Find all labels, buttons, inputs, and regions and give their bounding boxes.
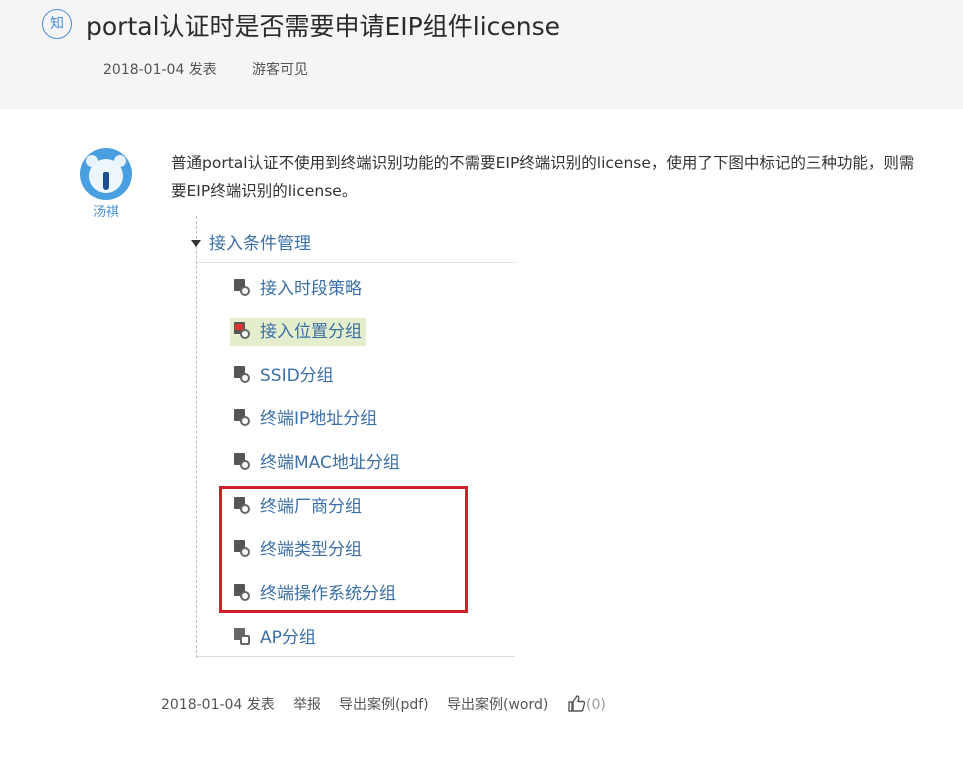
post-date: 2018-01-04 发表 [103, 62, 217, 78]
tree-root-divider [197, 262, 515, 263]
tree-item-label: SSID分组 [260, 366, 334, 386]
export-pdf-link[interactable]: 导出案例(pdf) [339, 695, 429, 715]
page-header: 知 portal认证时是否需要申请EIP组件license 2018-01-04… [0, 0, 963, 109]
ssid-icon [234, 366, 252, 384]
tree-item-label: 终端MAC地址分组 [260, 453, 400, 473]
avatar-tie [103, 172, 109, 190]
tree-item-ssid-group[interactable]: SSID分组 [230, 362, 338, 390]
tree-item-ip-group[interactable]: 终端IP地址分组 [230, 405, 381, 433]
like-count: (0) [586, 697, 606, 713]
tree-root[interactable]: 接入条件管理 [191, 232, 311, 256]
bear-avatar-icon[interactable] [80, 148, 132, 200]
export-word-link[interactable]: 导出案例(word) [447, 695, 548, 715]
ip-icon [234, 409, 252, 427]
tree-item-label: 接入时段策略 [260, 279, 362, 299]
report-link[interactable]: 举报 [293, 695, 321, 715]
tree-item-label: 接入位置分组 [260, 322, 362, 342]
tree-item-label: AP分组 [260, 628, 316, 648]
tree-item-label: 终端IP地址分组 [260, 409, 378, 429]
answer-text: 普通portal认证不使用到终端识别功能的不需要EIP终端识别的license，… [171, 154, 915, 200]
mac-icon [234, 453, 252, 471]
tree-item-location-group[interactable]: 接入位置分组 [230, 318, 366, 346]
caret-down-icon[interactable] [191, 240, 201, 247]
ap-icon [234, 628, 252, 646]
tree-root-label: 接入条件管理 [209, 234, 311, 254]
highlight-box [219, 486, 468, 613]
like-button[interactable]: (0) [568, 695, 606, 715]
page-title: portal认证时是否需要申请EIP组件license [86, 12, 561, 41]
tree-item-ap-group[interactable]: AP分组 [230, 624, 320, 652]
tree-item-mac-group[interactable]: 终端MAC地址分组 [230, 449, 404, 477]
knowledge-badge-icon: 知 [42, 9, 72, 39]
visibility-label: 游客可见 [252, 62, 308, 78]
location-icon [234, 322, 252, 340]
thumbs-up-icon [568, 695, 586, 712]
tree-bottom-divider [197, 656, 515, 657]
tree-item-time-policy[interactable]: 接入时段策略 [230, 275, 366, 303]
footer-date: 2018-01-04 发表 [161, 697, 275, 713]
author-name[interactable]: 汤祺 [80, 201, 132, 220]
policy-icon [234, 279, 252, 297]
